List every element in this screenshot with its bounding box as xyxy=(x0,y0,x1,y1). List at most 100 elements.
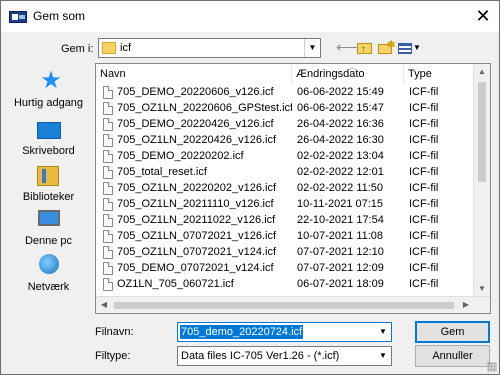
file-icon xyxy=(103,118,113,131)
star-icon: ★ xyxy=(40,67,62,94)
file-type: ICF-fil xyxy=(409,198,439,210)
cancel-button[interactable]: Annuller xyxy=(415,345,490,367)
file-name: 705_DEMO_07072021_v124.icf xyxy=(117,262,274,274)
places-bar: ★ Hurtig adgang Skrivebord Biblioteker D… xyxy=(8,64,89,313)
table-row[interactable]: 705_DEMO_20220202.icf 02-02-2022 13:04 ICF… xyxy=(96,149,476,165)
scroll-down-icon[interactable]: ▼ xyxy=(474,281,490,297)
file-date: 02-02-2022 12:01 xyxy=(297,166,384,178)
chevron-down-icon[interactable]: ▼ xyxy=(375,347,391,365)
file-list: Navn Ændringsdato ︿ Type 705_DEMO_202206… xyxy=(95,63,491,314)
file-type: ICF-fil xyxy=(409,246,439,258)
file-date: 22-10-2021 17:54 xyxy=(297,214,384,226)
file-icon xyxy=(103,198,113,211)
file-name: 705_OZ1LN_07072021_v124.icf xyxy=(117,246,277,258)
file-icon xyxy=(103,214,113,227)
file-name: 705_OZ1LN_20220426_v126.icf xyxy=(117,134,277,146)
view-menu-icon[interactable]: ▼ xyxy=(398,39,421,57)
filetype-label: Filtype: xyxy=(95,350,131,362)
vertical-scrollbar[interactable]: ▲ ▼ xyxy=(473,64,490,297)
filetype-value: Data files IC-705 Ver1.26 - (*.icf) xyxy=(181,350,340,362)
save-in-label: Gem i: xyxy=(61,43,94,55)
table-row[interactable]: 705_OZ1LN_20211022_v126.icf 22-10-2021 17… xyxy=(96,213,476,229)
file-name: 705_OZ1LN_20220606_GPStest.icf xyxy=(117,102,292,114)
resize-grip[interactable] xyxy=(487,362,497,372)
save-as-dialog: Gem som ✕ Gem i: icf ▼ ⟵ ↑ ✱ ▼ ★ Hurtig … xyxy=(0,0,500,375)
table-row[interactable]: 705_OZ1LN_20220606_GPStest.icf 06-06-2022… xyxy=(96,101,476,117)
file-name: 705_OZ1LN_20211110_v126.icf xyxy=(117,198,274,210)
file-date: 07-07-2021 12:09 xyxy=(297,262,384,274)
place-label: Skrivebord xyxy=(22,145,75,157)
scroll-thumb-horizontal[interactable] xyxy=(114,302,454,309)
save-button[interactable]: Gem xyxy=(415,321,490,343)
file-icon xyxy=(103,134,113,147)
close-button[interactable]: ✕ xyxy=(473,7,493,27)
file-name: 705_OZ1LN_20211022_v126.icf xyxy=(117,214,276,226)
file-type: ICF-fil xyxy=(409,102,439,114)
file-date: 06-07-2021 18:09 xyxy=(297,278,384,290)
chevron-down-icon[interactable]: ▼ xyxy=(375,323,391,341)
horizontal-scrollbar[interactable]: ◀ ▶ xyxy=(96,296,490,313)
file-type: ICF-fil xyxy=(409,134,439,146)
desktop-icon xyxy=(37,122,61,139)
title-bar[interactable]: Gem som ✕ xyxy=(1,1,499,32)
file-date: 06-06-2022 15:47 xyxy=(297,102,384,114)
file-type: ICF-fil xyxy=(409,262,439,274)
chevron-down-icon[interactable]: ▼ xyxy=(304,39,320,57)
scroll-thumb[interactable] xyxy=(478,82,486,182)
file-type: ICF-fil xyxy=(409,230,439,242)
computer-icon xyxy=(38,210,60,226)
scroll-right-icon[interactable]: ▶ xyxy=(458,297,474,313)
place-network[interactable]: Netværk xyxy=(8,254,89,298)
file-icon xyxy=(103,278,113,291)
file-type: ICF-fil xyxy=(409,118,439,130)
column-header-type[interactable]: Type xyxy=(404,64,480,84)
table-row[interactable]: 705_DEMO_20220426_v126.icf 26-04-2022 16:… xyxy=(96,117,476,133)
file-type: ICF-fil xyxy=(409,278,439,290)
file-date: 02-02-2022 11:50 xyxy=(297,182,384,194)
up-folder-icon[interactable]: ↑ xyxy=(356,39,374,57)
place-label: Netværk xyxy=(27,281,70,293)
filename-input[interactable]: 705_demo_20220724.icf ▼ xyxy=(177,322,392,342)
place-this-pc[interactable]: Denne pc xyxy=(8,208,89,252)
file-type: ICF-fil xyxy=(409,214,439,226)
folder-icon xyxy=(102,42,116,54)
file-icon xyxy=(103,150,113,163)
table-row[interactable]: 705_DEMO_07072021_v124.icf 07-07-2021 12:… xyxy=(96,261,476,277)
file-date: 10-07-2021 11:08 xyxy=(297,230,384,242)
filetype-select[interactable]: Data files IC-705 Ver1.26 - (*.icf) ▼ xyxy=(177,346,392,366)
scroll-left-icon[interactable]: ◀ xyxy=(96,297,112,313)
table-row[interactable]: 705_OZ1LN_07072021_v124.icf 07-07-2021 12… xyxy=(96,245,476,261)
file-name: 705_OZ1LN_20220202_v126.icf xyxy=(117,182,277,194)
filename-value[interactable]: 705_demo_20220724.icf xyxy=(180,325,304,339)
file-name: 705_OZ1LN_07072021_v126.icf xyxy=(117,230,277,242)
place-desktop[interactable]: Skrivebord xyxy=(8,118,89,162)
file-date: 10-11-2021 07:15 xyxy=(297,198,384,210)
table-row[interactable]: 705_total_reset.icf 02-02-2022 12:01 ICF-f… xyxy=(96,165,476,181)
table-row[interactable]: 705_OZ1LN_07072021_v126.icf 10-07-2021 11… xyxy=(96,229,476,245)
filename-label: Filnavn: xyxy=(95,326,134,338)
table-row[interactable]: 705_DEMO_20220606_v126.icf 06-06-2022 15:… xyxy=(96,85,476,101)
file-icon xyxy=(103,230,113,243)
file-icon xyxy=(103,182,113,195)
table-row[interactable]: 705_OZ1LN_20211110_v126.icf 10-11-2021 07… xyxy=(96,197,476,213)
network-icon xyxy=(39,254,59,274)
file-icon xyxy=(103,246,113,259)
place-quick-access[interactable]: ★ Hurtig adgang xyxy=(8,67,89,114)
column-header-date[interactable]: Ændringsdato xyxy=(292,64,404,84)
file-type: ICF-fil xyxy=(409,150,439,162)
scroll-up-icon[interactable]: ▲ xyxy=(474,64,490,80)
table-row[interactable]: OZ1LN_705_060721.icf 06-07-2021 18:09 ICF-… xyxy=(96,277,476,293)
back-arrow-icon[interactable]: ⟵ xyxy=(336,39,358,57)
table-row[interactable]: 705_OZ1LN_20220202_v126.icf 02-02-2022 11… xyxy=(96,181,476,197)
save-in-dropdown[interactable]: icf ▼ xyxy=(98,38,321,58)
table-row[interactable]: 705_OZ1LN_20220426_v126.icf 26-04-2022 16… xyxy=(96,133,476,149)
new-folder-icon[interactable]: ✱ xyxy=(377,39,395,57)
place-label: Hurtig adgang xyxy=(13,97,84,109)
file-date: 07-07-2021 12:10 xyxy=(297,246,384,258)
place-libraries[interactable]: Biblioteker xyxy=(8,164,89,208)
dialog-title: Gem som xyxy=(33,9,86,23)
column-header-name[interactable]: Navn xyxy=(96,64,292,84)
file-name: 705_total_reset.icf xyxy=(117,166,207,178)
file-icon xyxy=(103,86,113,99)
libraries-icon xyxy=(37,166,59,186)
